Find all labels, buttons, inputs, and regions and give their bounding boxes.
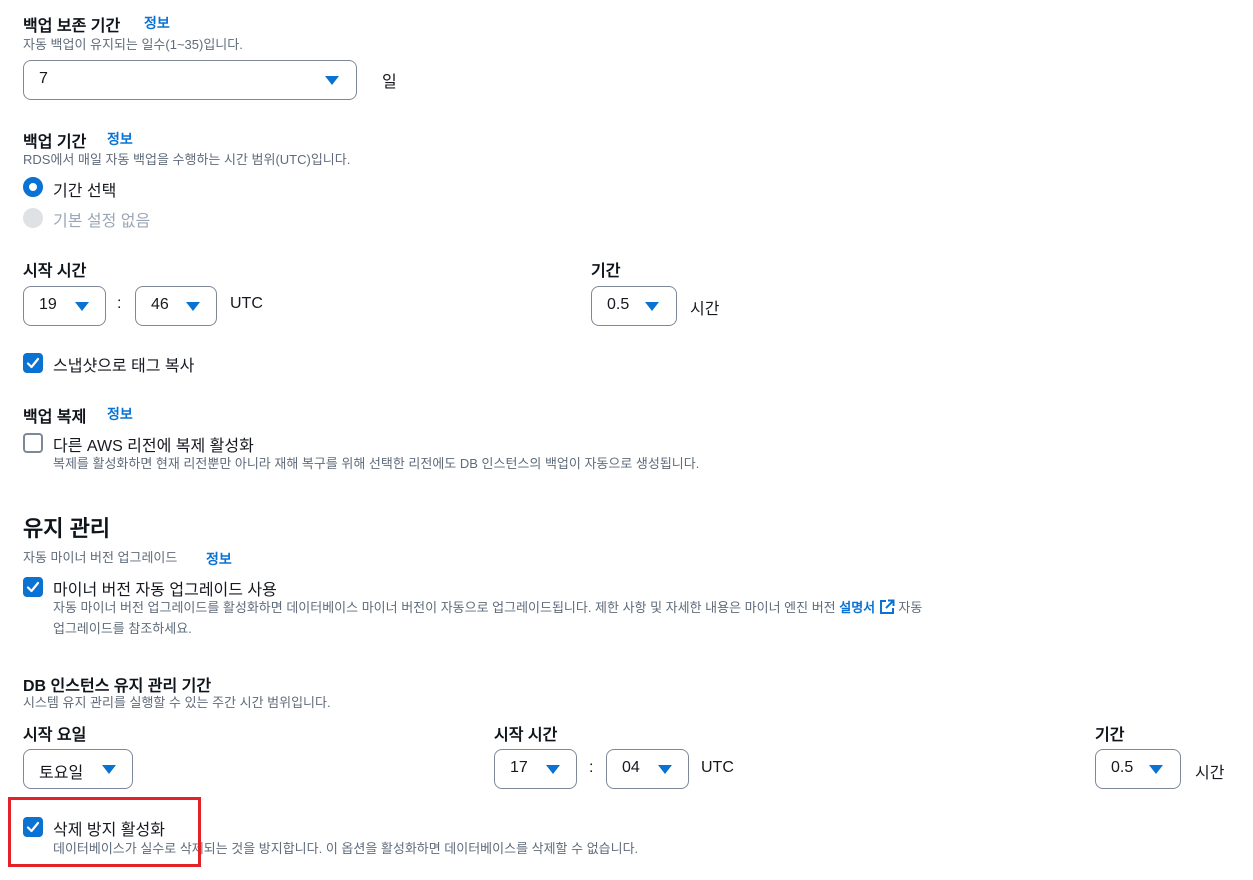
backup-replication-label: 백업 복제 xyxy=(23,409,87,426)
backup-retention-description: 자동 백업이 유지되는 일수(1~35)입니다. xyxy=(23,37,243,52)
copy-tags-checkbox[interactable] xyxy=(23,353,43,373)
backup-window-label: 백업 기간 xyxy=(23,134,87,151)
backup-replication-info-link[interactable]: 정보 xyxy=(107,404,133,424)
maintenance-start-hour-value: 17 xyxy=(510,759,528,776)
maintenance-start-minute-value: 04 xyxy=(622,759,640,776)
replication-checkbox-label: 다른 AWS 리전에 복제 활성화 xyxy=(53,438,254,455)
highlight-box xyxy=(8,797,201,867)
copy-tags-label: 스냅샷으로 태그 복사 xyxy=(53,358,195,375)
radio-select-window-label: 기간 선택 xyxy=(53,183,117,200)
auto-minor-upgrade-label: 마이너 버전 자동 업그레이드 사용 xyxy=(53,582,277,599)
time-separator: : xyxy=(117,295,122,312)
backup-start-minute-value: 46 xyxy=(151,296,169,313)
chevron-down-icon xyxy=(186,302,200,311)
backup-window-description: RDS에서 매일 자동 백업을 수행하는 시간 범위(UTC)입니다. xyxy=(23,152,351,167)
backup-duration-select[interactable]: 0.5 xyxy=(591,286,677,326)
maintenance-heading: 유지 관리 xyxy=(23,516,111,541)
time-separator: : xyxy=(589,759,594,776)
backup-retention-value: 7 xyxy=(39,70,48,87)
replication-description: 복제를 활성화하면 현재 리전뿐만 아니라 재해 복구를 위해 선택한 리전에도… xyxy=(53,456,700,471)
maintenance-start-day-label: 시작 요일 xyxy=(23,727,87,744)
backup-retention-label: 백업 보존 기간 xyxy=(23,18,121,35)
radio-no-preference xyxy=(23,208,43,228)
backup-duration-label: 기간 xyxy=(591,263,621,280)
radio-no-preference-label: 기본 설정 없음 xyxy=(53,213,151,230)
maintenance-duration-label: 기간 xyxy=(1095,727,1125,744)
maintenance-start-time-label: 시작 시간 xyxy=(494,727,558,744)
auto-minor-upgrade-description: 자동 마이너 버전 업그레이드를 활성화하면 데이터베이스 마이너 버전이 자동… xyxy=(53,598,922,618)
auto-minor-version-info-link[interactable]: 정보 xyxy=(206,549,232,569)
maintenance-duration-select[interactable]: 0.5 xyxy=(1095,749,1181,789)
backup-start-time-label: 시작 시간 xyxy=(23,263,87,280)
auto-minor-upgrade-description-line2: 업그레이드를 참조하세요. xyxy=(53,621,192,636)
backup-start-minute-select[interactable]: 46 xyxy=(135,286,217,326)
auto-minor-version-label: 자동 마이너 버전 업그레이드 xyxy=(23,550,178,565)
chevron-down-icon xyxy=(1149,765,1163,774)
maintenance-start-minute-select[interactable]: 04 xyxy=(606,749,689,789)
chevron-down-icon xyxy=(102,765,116,774)
radio-select-window[interactable] xyxy=(23,177,43,197)
auto-minor-desc-text: 자동 마이너 버전 업그레이드를 활성화하면 데이터베이스 마이너 버전이 자동… xyxy=(53,600,836,615)
chevron-down-icon xyxy=(325,76,339,85)
maintenance-window-description: 시스템 유지 관리를 실행할 수 있는 주간 시간 범위입니다. xyxy=(23,695,331,710)
replication-checkbox[interactable] xyxy=(23,433,43,453)
checkmark-icon xyxy=(26,357,40,369)
chevron-down-icon xyxy=(75,302,89,311)
backup-duration-unit: 시간 xyxy=(690,301,720,318)
maintenance-start-hour-select[interactable]: 17 xyxy=(494,749,577,789)
chevron-down-icon xyxy=(658,765,672,774)
backup-retention-select[interactable]: 7 xyxy=(23,60,357,100)
maintenance-start-day-value: 토요일 xyxy=(39,765,84,782)
maintenance-duration-unit: 시간 xyxy=(1195,765,1225,782)
backup-timezone: UTC xyxy=(230,295,263,312)
docs-link[interactable]: 설명서 xyxy=(839,600,875,615)
auto-minor-upgrade-checkbox[interactable] xyxy=(23,577,43,597)
backup-window-info-link[interactable]: 정보 xyxy=(107,129,133,149)
backup-duration-value: 0.5 xyxy=(607,296,630,313)
external-link-icon xyxy=(879,599,895,614)
checkmark-icon xyxy=(26,581,40,593)
chevron-down-icon xyxy=(645,302,659,311)
auto-minor-desc-text-2: 자동 xyxy=(898,600,923,615)
maintenance-timezone: UTC xyxy=(701,759,734,776)
backup-start-hour-select[interactable]: 19 xyxy=(23,286,106,326)
maintenance-start-day-select[interactable]: 토요일 xyxy=(23,749,133,789)
chevron-down-icon xyxy=(546,765,560,774)
backup-retention-unit: 일 xyxy=(382,74,397,91)
backup-retention-info-link[interactable]: 정보 xyxy=(144,13,170,33)
backup-start-hour-value: 19 xyxy=(39,296,57,313)
maintenance-duration-value: 0.5 xyxy=(1111,759,1134,776)
